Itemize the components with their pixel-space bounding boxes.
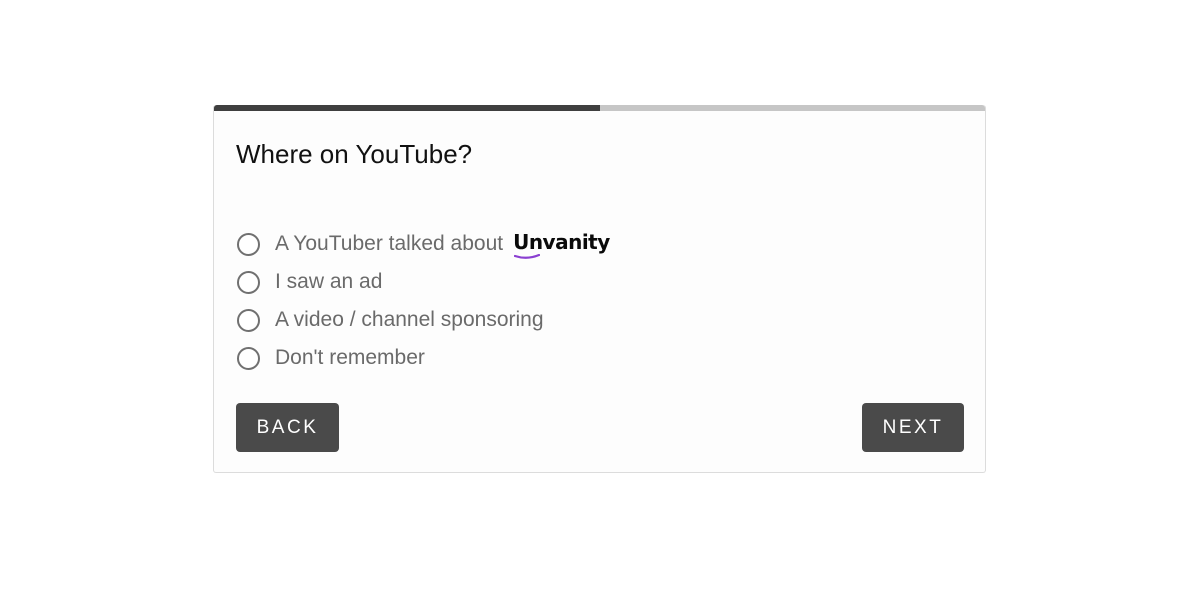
radio-button-unchecked-icon[interactable]	[237, 308, 260, 332]
option-label: A video / channel sponsoring	[275, 308, 544, 331]
brand-logo-text: Unvanity	[513, 230, 610, 254]
question-title: Where on YouTube?	[236, 139, 473, 169]
option-label: I saw an ad	[275, 270, 383, 293]
survey-card: Where on YouTube? A YouTuber talked abou…	[213, 105, 986, 473]
next-button[interactable]: NEXT	[862, 403, 964, 452]
logo-swoosh-icon	[514, 254, 541, 259]
answer-options: A YouTuber talked about Unvanity I saw a…	[236, 225, 610, 377]
option-video-sponsoring[interactable]: A video / channel sponsoring	[236, 301, 610, 339]
option-label: A YouTuber talked about	[275, 232, 504, 255]
back-button[interactable]: BACK	[236, 403, 339, 452]
radio-button-unchecked-icon[interactable]	[237, 270, 260, 294]
radio-button-unchecked-icon[interactable]	[237, 346, 260, 370]
option-dont-remember[interactable]: Don't remember	[236, 339, 610, 377]
radio-button-unchecked-icon[interactable]	[237, 232, 260, 256]
option-saw-ad[interactable]: I saw an ad	[236, 263, 610, 301]
progress-bar	[214, 105, 985, 111]
progress-bar-fill	[214, 105, 600, 111]
unvanity-logo: Unvanity	[513, 230, 610, 259]
option-label: Don't remember	[275, 346, 425, 369]
option-youtuber-talked[interactable]: A YouTuber talked about Unvanity	[236, 225, 610, 263]
